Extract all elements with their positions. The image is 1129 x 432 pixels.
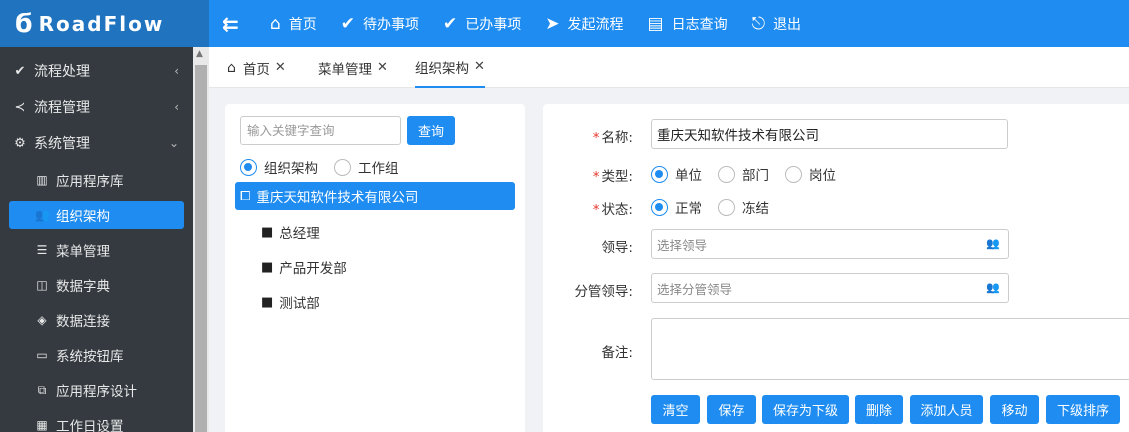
- top-bar: ϭ RoadFlow ⇇ ⌂ 首页 ✔ 待办事项 ✔ 已办事项 ➤ 发起流程 ▤ 日志查询…: [0, 0, 1129, 47]
- clear-button[interactable]: 清空: [651, 395, 700, 424]
- main-content: ⌂ 首页✕ 菜单管理✕ 组织架构✕ 查询 组织架构 工作组 ⧠重庆天知软件技术有…: [209, 47, 1129, 432]
- folder-icon: ■: [261, 224, 274, 240]
- sidebar-item-menu-manage[interactable]: ☰ 菜单管理: [9, 236, 184, 264]
- sidebar-item-app-library[interactable]: ▥ 应用程序库: [9, 166, 184, 194]
- sidebar-group-flow-process[interactable]: ✔ 流程处理 ‹: [0, 53, 193, 89]
- radio-status-normal[interactable]: [651, 198, 668, 216]
- log-icon: ▤: [647, 13, 664, 34]
- org-chart-icon: ⧠: [240, 188, 251, 204]
- radio-type-position[interactable]: [785, 165, 802, 183]
- radio-org[interactable]: [240, 158, 257, 176]
- delete-button[interactable]: 删除: [855, 395, 903, 424]
- users-icon: 👥: [35, 208, 50, 222]
- tree-node[interactable]: ■ 测试部: [261, 292, 320, 313]
- user-picker-icon[interactable]: 👥: [986, 281, 1000, 294]
- check-circle-icon: ✔: [14, 63, 26, 79]
- radio-status-frozen[interactable]: [718, 198, 735, 216]
- sidebar-item-org-structure[interactable]: 👥 组织架构: [9, 201, 184, 229]
- home-icon: ⌂: [227, 59, 236, 76]
- logo[interactable]: ϭ RoadFlow: [0, 0, 209, 47]
- note-label: 备注:: [601, 345, 633, 361]
- calendar-icon: ▦: [36, 418, 48, 432]
- leader-label: 领导:: [601, 240, 633, 256]
- menu-toggle-icon[interactable]: ⇇: [222, 12, 239, 36]
- gear-icon: ⚙: [14, 135, 26, 151]
- book-icon: ▥: [36, 173, 48, 187]
- tree-mode-radio-group: 组织架构 工作组: [240, 157, 415, 177]
- menu-icon: ☰: [36, 243, 48, 257]
- topnav-logs[interactable]: ▤ 日志查询: [648, 14, 728, 34]
- close-icon[interactable]: ✕: [275, 60, 286, 75]
- radio-type-unit[interactable]: [651, 165, 668, 183]
- tree-search-input[interactable]: [240, 116, 401, 145]
- user-picker-icon[interactable]: 👥: [986, 237, 1000, 250]
- tree-root-node[interactable]: ⧠ 重庆天知软件技术有限公司: [235, 182, 515, 210]
- tree-node[interactable]: ■ 产品开发部: [261, 257, 347, 278]
- share-icon: ≺: [14, 99, 26, 115]
- logo-text: RoadFlow: [38, 11, 165, 36]
- add-person-button[interactable]: 添加人员: [910, 395, 983, 424]
- close-icon[interactable]: ✕: [474, 59, 485, 74]
- database-icon: ◈: [37, 313, 47, 327]
- logout-icon: ⎋: [751, 13, 766, 34]
- scroll-up-icon[interactable]: ▲: [196, 49, 203, 59]
- sidebar-group-system[interactable]: ⚙ 系统管理 ⌄: [0, 125, 193, 161]
- tab-menu-manage[interactable]: 菜单管理 ✕: [318, 47, 388, 88]
- note-textarea[interactable]: [651, 318, 1129, 380]
- sidebar-item-app-design[interactable]: ⧉ 应用程序设计: [9, 376, 184, 404]
- topnav-logout[interactable]: ⎋ 退出: [752, 14, 801, 34]
- logo-icon: ϭ: [14, 8, 33, 39]
- dictionary-icon: ◫: [36, 278, 48, 292]
- chevron-left-icon: ‹: [174, 64, 179, 78]
- folder-icon: ■: [261, 259, 274, 275]
- chevron-down-icon: ⌄: [168, 136, 179, 150]
- search-button[interactable]: 查询: [407, 116, 455, 145]
- status-label: * 状态:: [592, 202, 633, 218]
- chevron-left-icon: ‹: [174, 100, 179, 114]
- window-icon: ▭: [36, 348, 48, 362]
- scrollbar-thumb[interactable]: [195, 65, 207, 432]
- sidebar-scrollbar[interactable]: ▲: [193, 47, 209, 432]
- topnav-start-flow[interactable]: ➤ 发起流程: [545, 14, 623, 34]
- status-radio-group: 正常 冻结: [651, 197, 785, 217]
- radio-workgroup[interactable]: [334, 158, 351, 176]
- topnav-todo[interactable]: ✔ 待办事项: [341, 14, 419, 34]
- home-icon: ⌂: [270, 13, 281, 34]
- leader-field[interactable]: 选择领导 👥: [651, 229, 1009, 259]
- sub-leader-field[interactable]: 选择分管领导 👥: [651, 273, 1009, 303]
- sidebar-item-workday[interactable]: ▦ 工作日设置: [9, 411, 184, 432]
- sidebar-item-data-connection[interactable]: ◈ 数据连接: [9, 306, 184, 334]
- sidebar-item-dictionary[interactable]: ◫ 数据字典: [9, 271, 184, 299]
- check-circle-icon: ✔: [340, 13, 356, 34]
- type-radio-group: 单位 部门 岗位: [651, 164, 852, 184]
- tree-panel: 查询 组织架构 工作组 ⧠重庆天知软件技术有限公司 ■总经理 ■产品开发部 ■测…: [225, 104, 525, 432]
- type-label: * 类型:: [592, 169, 633, 185]
- radio-type-department[interactable]: [718, 165, 735, 183]
- sidebar-item-button-library[interactable]: ▭ 系统按钮库: [9, 341, 184, 369]
- close-icon[interactable]: ✕: [377, 60, 388, 75]
- tab-bar: ⌂ 首页 ✕ 菜单管理 ✕ 组织架构 ✕: [209, 47, 1129, 88]
- sidebar: ✔ 流程处理 ‹ ≺ 流程管理 ‹ ⚙ 系统管理 ⌄ ▥ 应用程序库 👥 组织架构 …: [0, 47, 193, 432]
- send-icon: ➤: [545, 13, 560, 34]
- topnav-home[interactable]: ⌂ 首页: [270, 14, 317, 34]
- sub-leader-label: 分管领导:: [574, 284, 633, 300]
- sidebar-group-flow-manage[interactable]: ≺ 流程管理 ‹: [0, 89, 193, 125]
- briefcase-icon: ⧉: [37, 382, 47, 397]
- child-sort-button[interactable]: 下级排序: [1046, 395, 1120, 424]
- save-button[interactable]: 保存: [707, 395, 756, 424]
- check-circle-icon: ✔: [443, 13, 458, 34]
- form-panel: * 名称: 重庆天知软件技术有限公司 * 类型: 单位 部门 岗位 * 状态: 正常 …: [543, 104, 1129, 432]
- name-field[interactable]: 重庆天知软件技术有限公司: [651, 119, 1008, 149]
- move-button[interactable]: 移动: [990, 395, 1039, 424]
- top-nav: ⌂ 首页 ✔ 待办事项 ✔ 已办事项 ➤ 发起流程 ▤ 日志查询 ⎋ 退出: [270, 0, 825, 47]
- tab-org-structure[interactable]: 组织架构 ✕: [415, 47, 485, 88]
- save-as-child-button[interactable]: 保存为下级: [762, 395, 849, 424]
- name-label: * 名称:: [592, 130, 633, 146]
- tree-node[interactable]: ■ 总经理: [261, 222, 320, 243]
- tab-home[interactable]: ⌂ 首页 ✕: [227, 47, 286, 88]
- topnav-done[interactable]: ✔ 已办事项: [443, 14, 521, 34]
- folder-icon: ■: [261, 294, 274, 310]
